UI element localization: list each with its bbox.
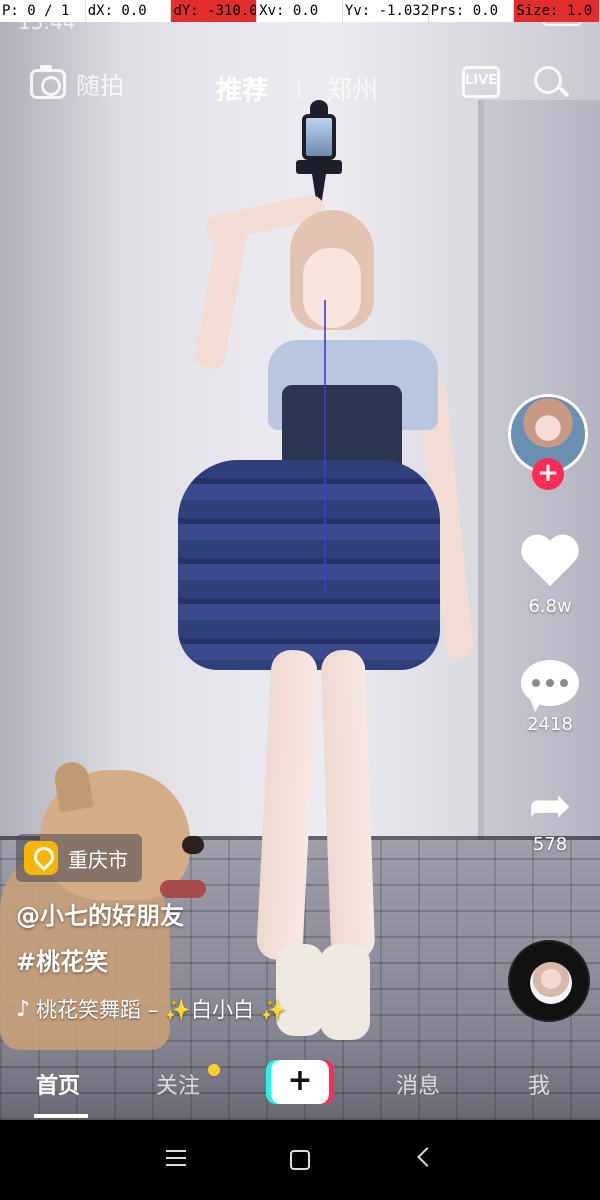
music-cover-icon — [530, 962, 572, 1004]
bottom-tab-bar: 首页 关注 + 消息 我 — [0, 1040, 600, 1120]
debug-cell: dY: -310.0 — [171, 0, 258, 22]
pointer-debug-bar: P: 0 / 1 dX: 0.0 dY: -310.0 Xv: 0.0 Yv: … — [0, 0, 600, 22]
debug-cell: P: 0 / 1 — [0, 0, 86, 22]
debug-cell: Xv: 0.0 — [257, 0, 343, 22]
creator-avatar-button[interactable]: + — [508, 394, 590, 490]
plus-icon: + — [271, 1060, 329, 1104]
tab-messages[interactable]: 消息 — [396, 1068, 440, 1100]
like-count: 6.8w — [528, 596, 572, 617]
touch-trace-line — [324, 300, 326, 590]
menu-icon[interactable] — [166, 1150, 186, 1168]
notification-dot — [208, 1064, 220, 1076]
comment-button[interactable]: 2418 — [512, 660, 588, 735]
home-square-icon[interactable] — [290, 1150, 310, 1170]
camera-icon — [30, 64, 66, 99]
tab-me[interactable]: 我 — [528, 1068, 550, 1100]
music-note-icon: ♪ — [16, 996, 31, 1022]
create-video-button[interactable]: + — [266, 1060, 334, 1104]
share-button[interactable]: ➦ 578 — [512, 776, 588, 855]
active-tab-indicator — [34, 1114, 88, 1118]
comment-count: 2418 — [527, 714, 573, 735]
tab-divider — [298, 82, 300, 98]
camera-label: 随拍 — [76, 72, 124, 100]
location-tag[interactable]: 重庆市 — [16, 834, 142, 882]
debug-cell: dX: 0.0 — [86, 0, 172, 22]
music-title: 桃花笑舞蹈 – ✨白小白 ✨ — [36, 998, 287, 1022]
share-count: 578 — [532, 834, 568, 855]
tab-recommend[interactable]: 推荐 — [216, 70, 268, 107]
search-icon[interactable] — [534, 66, 570, 100]
debug-cell: Prs: 0.0 — [429, 0, 515, 22]
debug-cell: Size: 1.0 — [514, 0, 600, 22]
location-label: 重庆市 — [68, 847, 128, 872]
like-button[interactable]: 6.8w — [512, 536, 588, 617]
back-chevron-icon[interactable] — [417, 1147, 437, 1167]
follow-plus-button[interactable]: + — [532, 458, 564, 490]
hashtag-link[interactable]: #桃花笑 — [16, 942, 108, 977]
music-disc-button[interactable] — [508, 940, 590, 1022]
author-username[interactable]: @小七的好朋友 — [16, 896, 184, 931]
tab-home[interactable]: 首页 — [36, 1068, 80, 1100]
camera-shoot-button[interactable]: 随拍 — [30, 64, 124, 101]
comment-icon — [521, 660, 579, 712]
debug-cell: Yv: -1.032 — [343, 0, 429, 22]
live-icon[interactable]: LIVE — [462, 66, 500, 98]
share-arrow-icon: ➦ — [528, 776, 572, 836]
location-pin-icon — [24, 841, 58, 875]
tab-local-city[interactable]: 郑州 — [326, 70, 378, 107]
heart-icon — [520, 536, 580, 592]
music-info[interactable]: ♪ 桃花笑舞蹈 – ✨白小白 ✨ — [16, 994, 287, 1024]
top-navigation: 随拍 推荐 郑州 LIVE — [0, 58, 600, 114]
tab-following[interactable]: 关注 — [156, 1068, 200, 1100]
system-nav-bar — [0, 1120, 600, 1200]
